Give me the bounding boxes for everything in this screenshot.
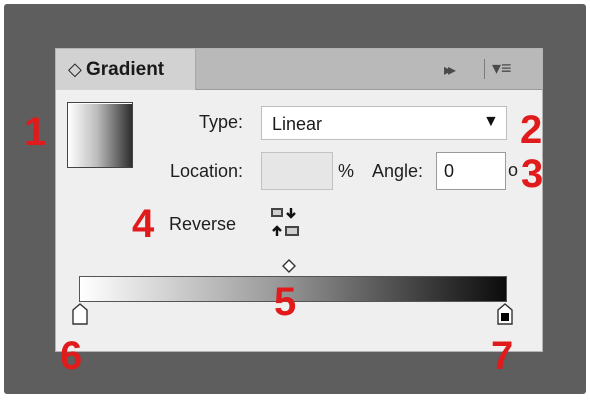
color-stop-black[interactable] <box>496 303 514 325</box>
callout-5: 5 <box>274 280 297 324</box>
reverse-label: Reverse <box>169 214 237 234</box>
panel-tab-bar: ◇ Gradient ▸▸ ▾≡ <box>56 49 542 90</box>
location-unit: % <box>338 161 355 181</box>
callout-6: 6 <box>60 334 83 378</box>
callout-3: 3 <box>521 152 544 196</box>
gradient-panel: ◇ Gradient ▸▸ ▾≡ Type: Linear ▼ Location… <box>55 48 543 352</box>
reverse-gradient-icon[interactable] <box>269 206 301 238</box>
angle-field[interactable]: 0 <box>436 152 506 190</box>
callout-2: 2 <box>520 108 543 152</box>
gradient-swatch[interactable] <box>67 102 133 168</box>
type-dropdown-value: Linear <box>272 114 323 134</box>
tab-gradient[interactable]: ◇ Gradient <box>56 49 196 90</box>
angle-label: Angle: <box>372 161 424 181</box>
type-dropdown[interactable]: Linear ▼ <box>261 106 507 140</box>
tab-gradient-label: Gradient <box>86 59 165 80</box>
callout-4: 4 <box>132 202 155 246</box>
tab-divider <box>484 59 485 79</box>
location-label: Location: <box>170 161 244 181</box>
midpoint-diamond-icon[interactable] <box>282 259 296 273</box>
color-stop-white[interactable] <box>71 303 89 325</box>
angle-field-value: 0 <box>444 161 455 181</box>
angle-unit: o <box>508 160 519 180</box>
screenshot-canvas: ◇ Gradient ▸▸ ▾≡ Type: Linear ▼ Location… <box>0 0 590 401</box>
location-field[interactable] <box>261 152 333 190</box>
collapse-panel-icon[interactable]: ▸▸ <box>444 60 456 80</box>
dropdown-arrow-icon[interactable]: ▼ <box>483 113 499 131</box>
callout-7: 7 <box>491 334 514 378</box>
type-label: Type: <box>199 112 244 132</box>
callout-1: 1 <box>24 110 47 154</box>
tab-toggle-icon[interactable]: ◇ <box>68 59 82 80</box>
panel-menu-icon[interactable]: ▾≡ <box>492 58 512 79</box>
